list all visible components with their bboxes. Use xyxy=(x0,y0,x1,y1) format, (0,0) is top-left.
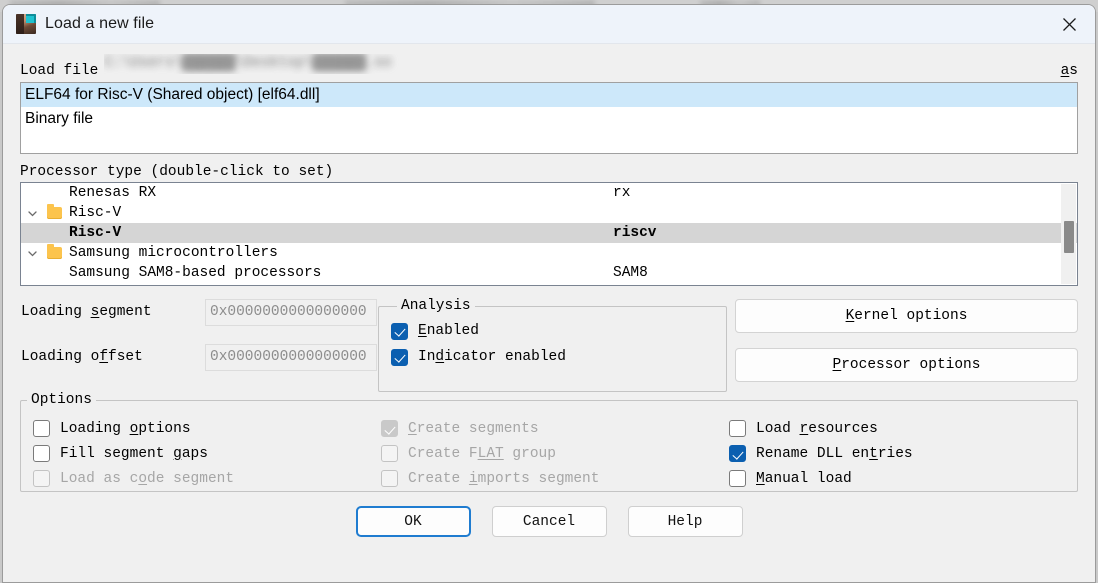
loading-offset-label: Loading offset xyxy=(21,349,143,365)
checkbox-fill-segment-gaps[interactable]: Fill segment gaps xyxy=(33,441,381,466)
processor-code: riscv xyxy=(613,225,657,241)
analysis-legend: Analysis xyxy=(401,298,471,314)
checkbox-label: Create segments xyxy=(408,420,539,437)
checkbox-loading-options[interactable]: Loading options xyxy=(33,416,381,441)
checkbox-box[interactable] xyxy=(33,445,50,462)
load-file-label: Load file xyxy=(20,63,99,79)
chevron-down-icon[interactable] xyxy=(21,208,43,219)
checkbox-label: Create FLAT group xyxy=(408,445,556,462)
side-option-buttons: Kernel options Processor options xyxy=(735,298,1078,392)
processor-list-scrollbar[interactable] xyxy=(1061,184,1076,284)
options-columns: Loading options Fill segment gaps Load a… xyxy=(21,414,1077,491)
checkbox-create-segments: Create segments xyxy=(381,416,729,441)
processor-code: rx xyxy=(613,185,631,201)
processor-name: Samsung SAM8-based processors xyxy=(69,265,322,281)
checkbox-label: Indicator enabled xyxy=(418,349,566,365)
checkbox-create-imports-segment: Create imports segment xyxy=(381,466,729,491)
checkbox-label: Create imports segment xyxy=(408,470,600,487)
file-type-list[interactable]: ELF64 for Risc-V (Shared object) [elf64.… xyxy=(20,82,1078,154)
dialog-body: Load file C:\Users\██████\Desktop\██████… xyxy=(3,54,1095,537)
checkbox-box xyxy=(381,470,398,487)
help-button[interactable]: Help xyxy=(627,506,743,537)
options-group: Options Loading options Fill segment gap… xyxy=(20,392,1078,492)
loading-offset-row: Loading offset 0x0000000000000000 xyxy=(21,343,378,371)
processor-name: Samsung microcontrollers xyxy=(69,245,278,261)
checkbox-box[interactable] xyxy=(33,420,50,437)
processor-code: SAM8 xyxy=(613,265,648,281)
processor-name: Renesas RX xyxy=(69,185,157,201)
processor-name: Risc-V xyxy=(69,225,122,241)
processor-row[interactable]: Samsung SAM8-based processors SAM8 xyxy=(21,263,1077,283)
checkbox-rename-dll-entries[interactable]: Rename DLL entries xyxy=(729,441,1029,466)
checkbox-label: Rename DLL entries xyxy=(756,445,913,462)
checkbox-box[interactable] xyxy=(391,348,408,366)
checkbox-box[interactable] xyxy=(391,322,408,340)
processor-options-button[interactable]: Processor options xyxy=(735,348,1078,382)
checkbox-label: Manual load xyxy=(756,470,852,487)
folder-icon xyxy=(43,204,65,219)
checkbox-label: Load as code segment xyxy=(60,470,235,487)
processor-row[interactable]: Risc-V riscv xyxy=(21,223,1077,243)
processor-list-scrollbar-thumb[interactable] xyxy=(1064,221,1074,253)
processor-type-list[interactable]: Renesas RX rx Risc-V Risc-V riscv Samsung mic… xyxy=(20,182,1078,286)
checkbox-box[interactable] xyxy=(729,470,746,487)
checkbox-label: Load resources xyxy=(756,420,878,437)
loading-segment-row: Loading segment 0x0000000000000000 xyxy=(21,298,378,326)
checkbox-label: Loading options xyxy=(60,420,191,437)
file-type-item[interactable]: ELF64 for Risc-V (Shared object) [elf64.… xyxy=(21,83,1077,107)
checkbox-label: Fill segment gaps xyxy=(60,445,208,462)
load-file-path-tail: as xyxy=(1060,63,1078,79)
load-file-path-redacted: C:\Users\██████\Desktop\██████.so C:\Use… xyxy=(104,54,1058,74)
options-legend: Options xyxy=(31,392,92,408)
checkbox-box xyxy=(381,420,398,437)
loading-segment-field[interactable]: 0x0000000000000000 xyxy=(205,298,377,326)
close-icon[interactable] xyxy=(1043,5,1095,44)
options-column-3: Load resources Rename DLL entries Manual… xyxy=(729,416,1029,491)
options-column-2: Create segments Create FLAT group Create… xyxy=(381,416,729,491)
checkbox-box[interactable] xyxy=(729,445,746,462)
checkbox-box xyxy=(381,445,398,462)
loading-segment-label: Loading segment xyxy=(21,304,152,320)
checkbox-box xyxy=(33,470,50,487)
processor-type-label: Processor type (double-click to set) xyxy=(20,164,334,180)
checkbox-load-as-code-segment: Load as code segment xyxy=(33,466,381,491)
window-title: Load a new file xyxy=(45,15,155,32)
cancel-button[interactable]: Cancel xyxy=(491,506,607,537)
chevron-down-icon[interactable] xyxy=(21,248,43,259)
dialog-footer: OK Cancel Help xyxy=(20,506,1078,537)
processor-name: Risc-V xyxy=(69,205,122,221)
processor-row[interactable]: Renesas RX rx xyxy=(21,183,1077,203)
ok-button[interactable]: OK xyxy=(355,506,471,537)
loading-fields: Loading segment 0x0000000000000000 Loadi… xyxy=(20,298,378,392)
checkbox-label: Enabled xyxy=(418,323,479,339)
middle-band: Loading segment 0x0000000000000000 Loadi… xyxy=(20,298,1078,392)
checkbox-box[interactable] xyxy=(729,420,746,437)
loading-offset-field[interactable]: 0x0000000000000000 xyxy=(205,343,377,371)
checkbox-create-flat-group: Create FLAT group xyxy=(381,441,729,466)
processor-row[interactable]: Samsung microcontrollers xyxy=(21,243,1077,263)
kernel-options-button[interactable]: Kernel options xyxy=(735,299,1078,333)
checkbox-load-resources[interactable]: Load resources xyxy=(729,416,1029,441)
options-column-1: Loading options Fill segment gaps Load a… xyxy=(33,416,381,491)
analysis-group: Analysis Enabled Indicator enabled xyxy=(378,298,727,392)
ida-app-icon xyxy=(16,14,36,34)
load-file-row: Load file C:\Users\██████\Desktop\██████… xyxy=(20,54,1078,80)
checkbox-indicator-enabled[interactable]: Indicator enabled xyxy=(391,344,726,370)
checkbox-analysis-enabled[interactable]: Enabled xyxy=(391,318,726,344)
load-new-file-dialog: Load a new file Load file C:\Users\█████… xyxy=(2,4,1096,583)
processor-row[interactable]: Risc-V xyxy=(21,203,1077,223)
file-type-item[interactable]: Binary file xyxy=(21,107,1077,131)
load-file-path-ghost2: C:\Users\██████\Desktop\██████.so xyxy=(104,55,392,71)
folder-icon xyxy=(43,244,65,259)
title-bar: Load a new file xyxy=(3,5,1095,44)
checkbox-manual-load[interactable]: Manual load xyxy=(729,466,1029,491)
